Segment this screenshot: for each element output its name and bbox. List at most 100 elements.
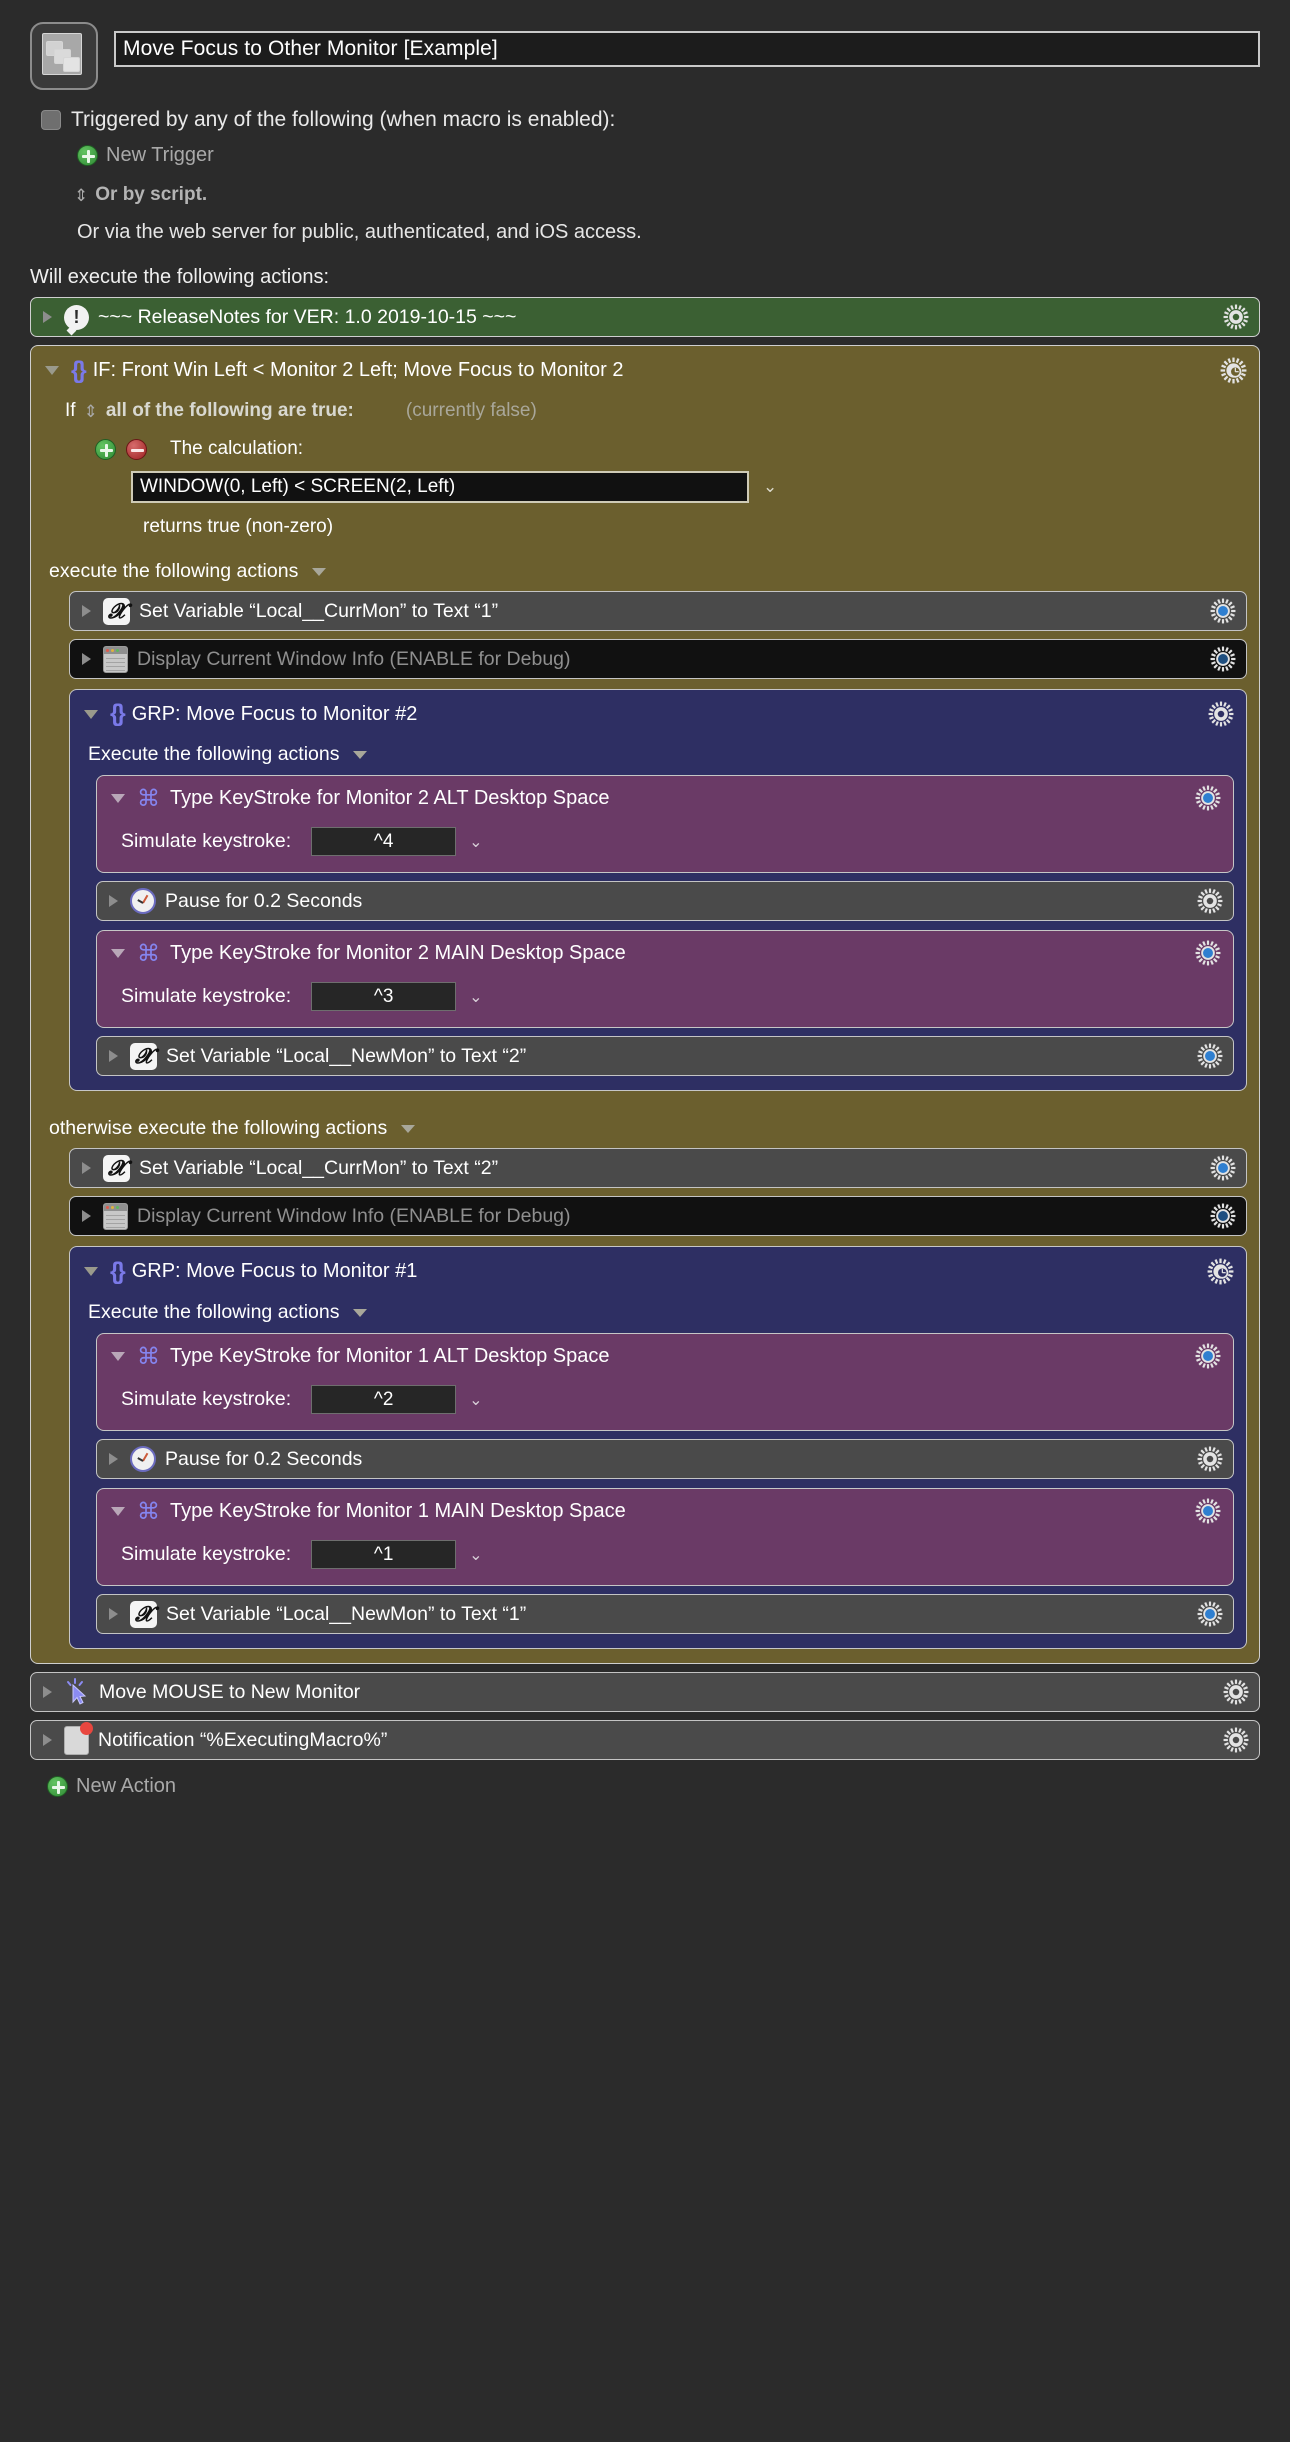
keystroke-header[interactable]: ⌘ Type KeyStroke for Monitor 1 MAIN Desk…	[109, 1498, 1221, 1524]
disclosure-triangle-icon[interactable]	[45, 366, 59, 375]
trigger-checkbox[interactable]	[41, 110, 61, 130]
windows-stack-icon	[42, 33, 86, 79]
gear-blue-icon[interactable]	[1195, 940, 1221, 966]
action-title: Type KeyStroke for Monitor 2 ALT Desktop…	[170, 786, 610, 809]
action-set-variable[interactable]: 𝓧 Set Variable “Local__CurrMon” to Text …	[69, 1148, 1247, 1188]
group-exec-text: Execute the following actions	[88, 1301, 340, 1323]
keystroke-field-row: Simulate keystroke: ^2 ⌄	[121, 1385, 1221, 1414]
disclosure-triangle-icon[interactable]	[109, 1453, 118, 1465]
keystroke-header[interactable]: ⌘ Type KeyStroke for Monitor 2 ALT Deskt…	[109, 785, 1221, 811]
chevron-down-icon[interactable]	[401, 1124, 416, 1133]
action-set-variable[interactable]: 𝓧 Set Variable “Local__NewMon” to Text “…	[96, 1594, 1234, 1634]
group-exec-label: Execute the following actions	[88, 743, 1234, 766]
calculation-input[interactable]: WINDOW(0, Left) < SCREEN(2, Left)	[131, 471, 749, 503]
macro-header: Move Focus to Other Monitor [Example]	[30, 22, 1260, 90]
keystroke-value: ^2	[373, 1388, 394, 1410]
action-display-window-info[interactable]: Display Current Window Info (ENABLE for …	[69, 1196, 1247, 1236]
disclosure-triangle-icon[interactable]	[111, 948, 125, 958]
updown-chevron-icon[interactable]: ⇕	[84, 403, 98, 420]
group-title: GRP: Move Focus to Monitor #2	[131, 702, 418, 725]
chevron-down-icon[interactable]: ⌄	[469, 1390, 482, 1410]
if-header[interactable]: {} IF: Front Win Left < Monitor 2 Left; …	[43, 355, 1247, 384]
disclosure-triangle-icon[interactable]	[109, 1608, 118, 1620]
keystroke-input[interactable]: ^3	[311, 982, 457, 1011]
disclosure-triangle-icon[interactable]	[84, 709, 98, 719]
group-header[interactable]: {} GRP: Move Focus to Monitor #2	[82, 699, 1234, 727]
chevron-down-icon[interactable]: ⌄	[469, 1545, 482, 1565]
chevron-down-icon[interactable]	[312, 567, 327, 576]
then-label-text: execute the following actions	[49, 560, 299, 582]
disclosure-triangle-icon[interactable]	[111, 793, 125, 803]
keystroke-input[interactable]: ^1	[311, 1540, 457, 1569]
new-action-label: New Action	[76, 1775, 177, 1797]
disclosure-triangle-icon[interactable]	[82, 653, 91, 665]
gear-clock-icon[interactable]	[1220, 357, 1247, 384]
action-display-window-info[interactable]: Display Current Window Info (ENABLE for …	[69, 639, 1247, 679]
new-action-button[interactable]: New Action	[47, 1775, 1260, 1798]
action-pause[interactable]: Pause for 0.2 Seconds	[96, 881, 1234, 921]
chevron-down-icon[interactable]	[353, 750, 368, 759]
condition-mode-label[interactable]: all of the following are true:	[106, 400, 354, 422]
keystroke-input[interactable]: ^2	[311, 1385, 457, 1414]
gear-icon[interactable]	[1223, 304, 1249, 330]
trigger-row: Triggered by any of the following (when …	[41, 108, 1260, 132]
action-title: Type KeyStroke for Monitor 1 ALT Desktop…	[170, 1344, 610, 1367]
group-header[interactable]: {} GRP: Move Focus to Monitor #1	[82, 1256, 1234, 1285]
disclosure-triangle-icon[interactable]	[43, 311, 52, 323]
then-actions-list: 𝓧 Set Variable “Local__CurrMon” to Text …	[69, 591, 1247, 1091]
action-notification[interactable]: Notification “%ExecutingMacro%”	[30, 1720, 1260, 1760]
gear-icon[interactable]	[1197, 1446, 1223, 1472]
gear-icon[interactable]	[1197, 888, 1223, 914]
group-title: GRP: Move Focus to Monitor #1	[131, 1260, 418, 1282]
gear-blue-icon[interactable]	[1210, 598, 1236, 624]
new-trigger-button[interactable]: New Trigger	[77, 144, 1260, 167]
disclosure-triangle-icon[interactable]	[84, 1267, 98, 1276]
remove-condition-button[interactable]	[126, 438, 147, 460]
chevron-down-icon[interactable]: ⌄	[469, 987, 482, 1007]
gear-blue-icon[interactable]	[1195, 1343, 1221, 1369]
gear-blue-icon[interactable]	[1195, 1498, 1221, 1524]
condition-state: (currently false)	[405, 400, 537, 421]
or-by-script-row[interactable]: ⇕ Or by script.	[74, 184, 1260, 206]
chevron-down-icon[interactable]: ⌄	[763, 477, 777, 497]
disclosure-triangle-icon[interactable]	[109, 1050, 118, 1062]
keystroke-input[interactable]: ^4	[311, 827, 457, 856]
add-condition-button[interactable]	[95, 438, 116, 460]
keystroke-label: Simulate keystroke:	[121, 1388, 292, 1410]
gear-blue-icon[interactable]	[1197, 1043, 1223, 1069]
gear-icon[interactable]	[1208, 701, 1234, 727]
disclosure-triangle-icon[interactable]	[111, 1351, 125, 1361]
action-pause[interactable]: Pause for 0.2 Seconds	[96, 1439, 1234, 1479]
chevron-down-icon[interactable]	[353, 1308, 368, 1317]
window-info-icon	[103, 1202, 128, 1230]
keystroke-header[interactable]: ⌘ Type KeyStroke for Monitor 1 ALT Deskt…	[109, 1343, 1221, 1369]
action-move-mouse[interactable]: Move MOUSE to New Monitor	[30, 1672, 1260, 1712]
action-title: ~~~ ReleaseNotes for VER: 1.0 2019-10-15…	[98, 305, 517, 328]
disclosure-triangle-icon[interactable]	[109, 895, 118, 907]
disclosure-triangle-icon[interactable]	[111, 1506, 125, 1516]
chevron-down-icon[interactable]: ⌄	[469, 832, 482, 852]
disclosure-triangle-icon[interactable]	[82, 1162, 91, 1174]
action-set-variable[interactable]: 𝓧 Set Variable “Local__CurrMon” to Text …	[69, 591, 1247, 631]
gear-blue-icon[interactable]	[1210, 646, 1236, 672]
disclosure-triangle-icon[interactable]	[82, 605, 91, 617]
action-title: Type KeyStroke for Monitor 2 MAIN Deskto…	[170, 941, 626, 964]
gear-blue-icon[interactable]	[1197, 1601, 1223, 1627]
comment-exclamation-icon: !	[64, 304, 89, 330]
variable-x-icon: 𝓧	[103, 597, 130, 625]
gear-clock-icon[interactable]	[1207, 1258, 1234, 1285]
disclosure-triangle-icon[interactable]	[43, 1686, 52, 1698]
disclosure-triangle-icon[interactable]	[82, 1210, 91, 1222]
variable-x-icon: 𝓧	[103, 1154, 130, 1182]
macro-icon[interactable]	[30, 22, 98, 90]
disclosure-triangle-icon[interactable]	[43, 1734, 52, 1746]
gear-blue-icon[interactable]	[1195, 785, 1221, 811]
gear-icon[interactable]	[1223, 1679, 1249, 1705]
macro-title-input[interactable]: Move Focus to Other Monitor [Example]	[114, 31, 1260, 67]
gear-icon[interactable]	[1223, 1727, 1249, 1753]
action-set-variable[interactable]: 𝓧 Set Variable “Local__NewMon” to Text “…	[96, 1036, 1234, 1076]
gear-blue-icon[interactable]	[1210, 1203, 1236, 1229]
action-release-notes[interactable]: ! ~~~ ReleaseNotes for VER: 1.0 2019-10-…	[30, 297, 1260, 337]
gear-blue-icon[interactable]	[1210, 1155, 1236, 1181]
keystroke-header[interactable]: ⌘ Type KeyStroke for Monitor 2 MAIN Desk…	[109, 940, 1221, 966]
